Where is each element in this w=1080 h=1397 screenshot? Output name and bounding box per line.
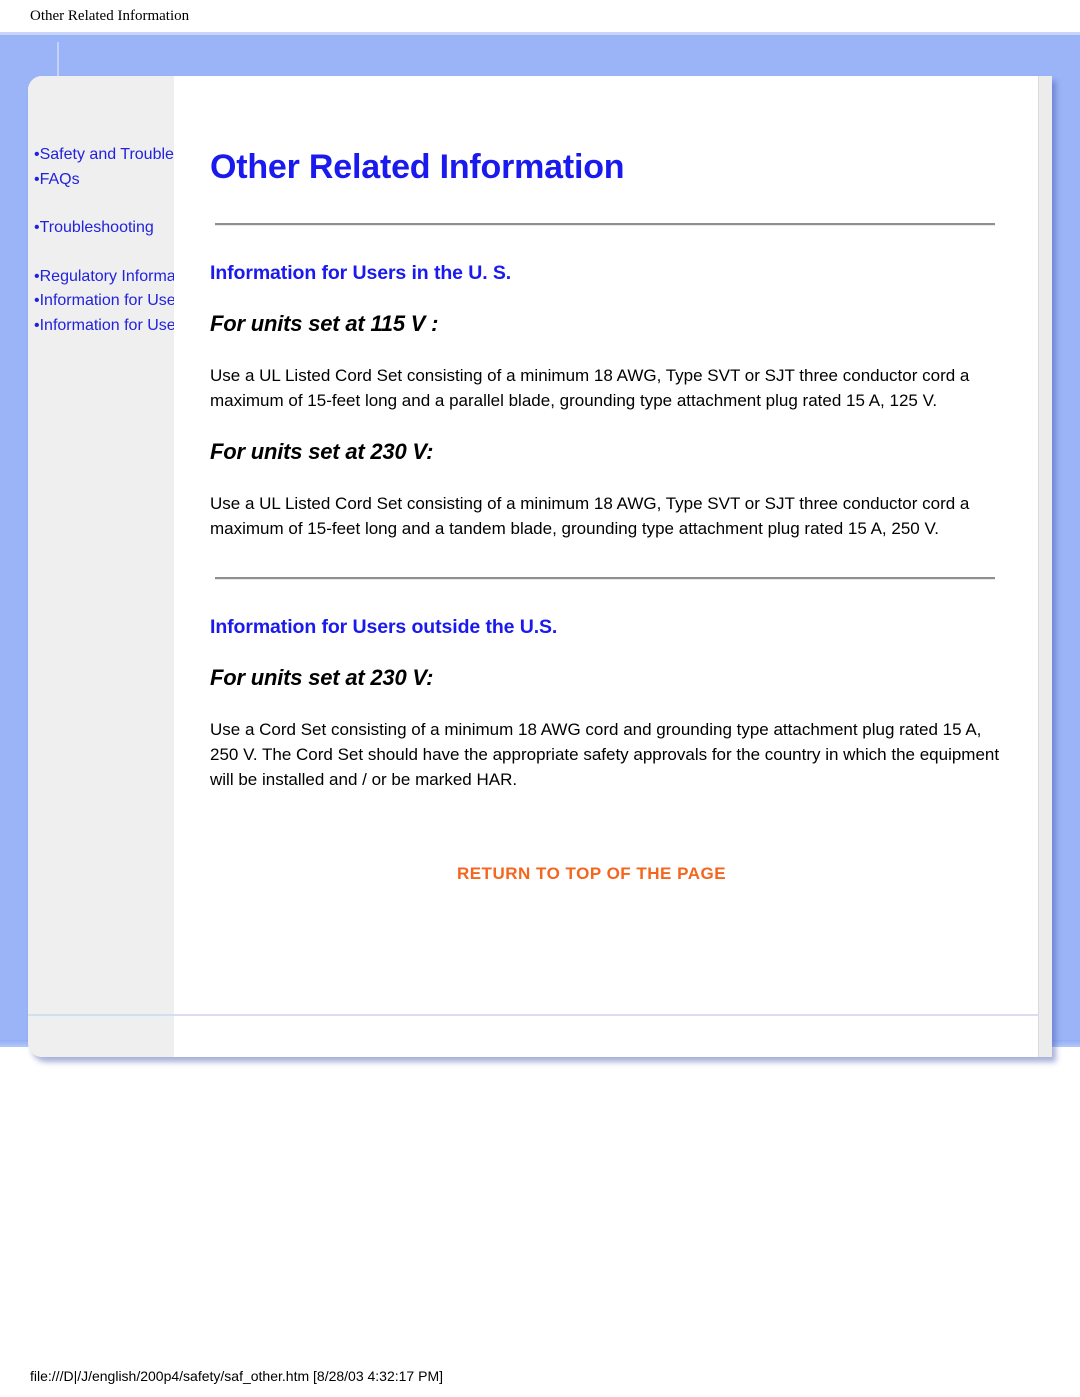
section-users-in-us: Information for Users in the U. S. For u… [210, 226, 1013, 541]
page-card: •Safety and Troubleshooting •FAQs •Troub… [28, 76, 1052, 1057]
footer-rule-violet [174, 1014, 1038, 1016]
section-users-outside-us: Information for Users outside the U.S. F… [210, 580, 1013, 792]
sidebar-item-information-users-outside-us[interactable]: •Information for Users Outside the U.S [34, 314, 306, 339]
section-heading: Information for Users in the U. S. [210, 262, 512, 284]
subheading-115v: For units set at 115 V : [210, 311, 439, 336]
body-text-115v: Use a UL Listed Cord Set consisting of a… [210, 366, 970, 410]
sidebar-item-troubleshooting[interactable]: •Troubleshooting [34, 216, 180, 241]
sidebar: •Safety and Troubleshooting •FAQs •Troub… [28, 76, 306, 1057]
sidebar-item-information-users-in-us[interactable]: •Information for Users in the U.S [34, 289, 264, 314]
subheading-230v-us: For units set at 230 V: [210, 439, 434, 464]
sidebar-group-2: •Troubleshooting [34, 216, 180, 241]
print-header-title: Other Related Information [0, 0, 1080, 32]
subheading-230v-intl: For units set at 230 V: [210, 665, 434, 690]
card-right-shadow [1038, 76, 1052, 1057]
print-footer-path: file:///D|/J/english/200p4/safety/saf_ot… [0, 1355, 1080, 1397]
body-text-230v-intl: Use a Cord Set consisting of a minimum 1… [210, 720, 1000, 789]
page-title: Other Related Information [210, 148, 625, 186]
main-content: Other Related Information Information fo… [174, 76, 1038, 1057]
page-frame: •Safety and Troubleshooting •FAQs •Troub… [0, 32, 1080, 1057]
sidebar-item-label: FAQs [39, 170, 80, 188]
return-link-container: RETURN TO TOP OF THE PAGE [210, 792, 1013, 884]
sidebar-group-3: •Regulatory Information •Information for… [34, 265, 306, 339]
sidebar-item-regulatory-information[interactable]: •Regulatory Information [34, 265, 201, 290]
sidebar-item-safety-and-troubleshooting[interactable]: •Safety and Troubleshooting [34, 143, 234, 168]
sidebar-item-faqs[interactable]: •FAQs [34, 168, 180, 193]
section-heading: Information for Users outside the U.S. [210, 616, 558, 638]
footer-rule-blue [28, 1014, 174, 1016]
return-to-top-link[interactable]: RETURN TO TOP OF THE PAGE [457, 864, 726, 883]
sidebar-item-label: Troubleshooting [39, 219, 154, 236]
body-text-230v-us: Use a UL Listed Cord Set consisting of a… [210, 494, 970, 538]
sidebar-group-1: •Safety and Troubleshooting •FAQs [34, 143, 234, 193]
frame-top-highlight [0, 32, 1080, 35]
sidebar-nav: •Safety and Troubleshooting •FAQs •Troub… [34, 143, 306, 339]
